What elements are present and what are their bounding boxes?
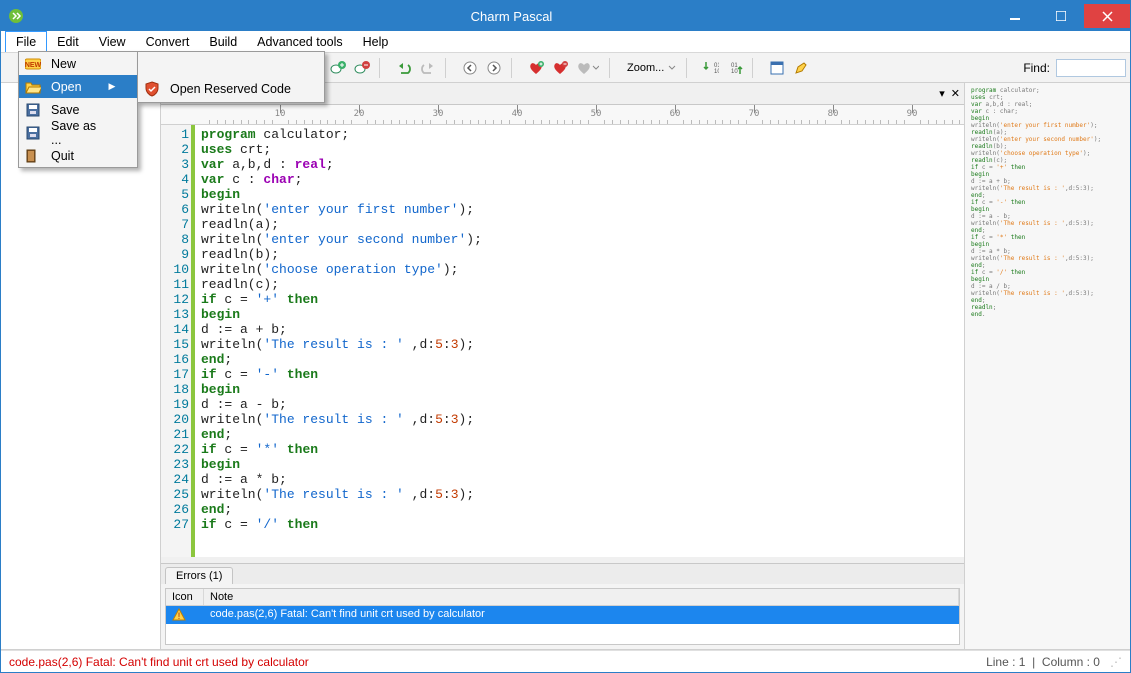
errors-tab[interactable]: Errors (1): [165, 567, 233, 584]
ruler: 102030405060708090100110: [161, 105, 964, 125]
toolbar-window[interactable]: [766, 57, 788, 79]
menu-new[interactable]: NEW New: [19, 52, 137, 75]
menu-convert[interactable]: Convert: [136, 31, 200, 52]
menu-file[interactable]: File: [5, 31, 47, 52]
menu-save-as-label: Save as ...: [51, 119, 99, 147]
open-reserved-code-label: Open Reserved Code: [170, 82, 304, 96]
tab-list-dropdown[interactable]: ▾: [939, 87, 945, 100]
tab-close-button[interactable]: ✕: [951, 87, 960, 100]
toolbar-bookmark-remove[interactable]: [351, 57, 373, 79]
errors-panel: Errors (1) Icon Note ! code.pas(2,6) Fat…: [161, 563, 964, 649]
close-button[interactable]: [1084, 4, 1130, 28]
statusbar: code.pas(2,6) Fatal: Can't find unit crt…: [1, 650, 1130, 672]
toolbar-binary-up[interactable]: 0110: [724, 57, 746, 79]
toolbar-edit-pencil[interactable]: [790, 57, 812, 79]
toolbar-redo[interactable]: [417, 57, 439, 79]
menu-build[interactable]: Build: [199, 31, 247, 52]
errors-grid: Icon Note ! code.pas(2,6) Fatal: Can't f…: [165, 588, 960, 645]
save-as-icon: [23, 123, 43, 143]
new-icon: NEW: [23, 54, 43, 74]
resize-grip-icon[interactable]: ⋰: [1110, 655, 1122, 669]
minimap[interactable]: program calculator;uses crt;var a,b,d : …: [965, 83, 1130, 649]
maximize-button[interactable]: [1038, 4, 1084, 28]
menu-quit-label: Quit: [51, 149, 99, 163]
menu-save-as[interactable]: Save as ...: [19, 121, 137, 144]
toolbar-favorites-dropdown[interactable]: [573, 57, 603, 79]
titlebar: Charm Pascal: [1, 1, 1130, 31]
code-editor[interactable]: 1234567891011121314151617181920212223242…: [161, 125, 964, 563]
errors-col-icon: Icon: [166, 589, 204, 605]
warning-icon: !: [166, 606, 204, 624]
toolbar-favorite-add[interactable]: [525, 57, 547, 79]
minimize-button[interactable]: [992, 4, 1038, 28]
file-menu-dropdown: NEW New Open ▶ Save Save as ... Quit: [18, 51, 138, 168]
window-title: Charm Pascal: [31, 9, 992, 24]
toolbar-bookmark-add[interactable]: [327, 57, 349, 79]
menu-open[interactable]: Open ▶: [19, 75, 137, 98]
toolbar-nav-forward[interactable]: [483, 57, 505, 79]
code-area[interactable]: program calculator;uses crt;var a,b,d : …: [195, 125, 964, 557]
quit-icon: [23, 146, 43, 166]
status-position: Line : 1 | Column : 0 ⋰: [986, 655, 1122, 669]
find-input[interactable]: [1056, 59, 1126, 77]
save-icon: [23, 100, 43, 120]
menu-open-reserved-code[interactable]: Open Reserved Code: [138, 76, 324, 102]
svg-text:NEW: NEW: [25, 62, 41, 69]
shield-icon: [142, 79, 162, 99]
error-note: code.pas(2,6) Fatal: Can't find unit crt…: [204, 606, 959, 624]
app-icon: [1, 1, 31, 31]
toolbar-nav-back[interactable]: [459, 57, 481, 79]
find-label: Find:: [1023, 61, 1054, 75]
toolbar-favorite-remove[interactable]: [549, 57, 571, 79]
menu-advanced-tools[interactable]: Advanced tools: [247, 31, 352, 52]
toolbar-undo[interactable]: [393, 57, 415, 79]
menu-quit[interactable]: Quit: [19, 144, 137, 167]
chevron-right-icon: ▶: [107, 81, 117, 92]
menubar: File Edit View Convert Build Advanced to…: [1, 31, 1130, 53]
svg-text:10: 10: [731, 69, 738, 75]
menu-new-label: New: [51, 57, 99, 71]
status-error: code.pas(2,6) Fatal: Can't find unit crt…: [9, 655, 309, 669]
open-submenu: Open Reserved Code: [137, 51, 325, 103]
toolbar-binary-down[interactable]: 0110: [700, 57, 722, 79]
open-icon: [23, 77, 43, 97]
menu-view[interactable]: View: [89, 31, 136, 52]
menu-edit[interactable]: Edit: [47, 31, 89, 52]
menu-open-label: Open: [51, 80, 99, 94]
menu-help[interactable]: Help: [353, 31, 399, 52]
zoom-label: Zoom...: [627, 62, 664, 74]
error-row[interactable]: ! code.pas(2,6) Fatal: Can't find unit c…: [166, 606, 959, 624]
svg-text:!: !: [178, 611, 181, 621]
line-gutter: 1234567891011121314151617181920212223242…: [161, 125, 195, 557]
menu-save-label: Save: [51, 103, 99, 117]
toolbar-zoom-dropdown[interactable]: Zoom...: [623, 57, 680, 79]
svg-text:10: 10: [714, 69, 719, 75]
errors-col-note: Note: [204, 589, 959, 605]
